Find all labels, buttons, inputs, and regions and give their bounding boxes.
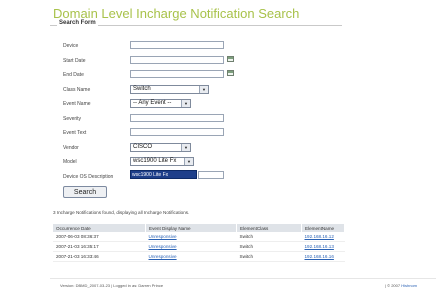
- event-name-label: Event Name: [63, 101, 91, 107]
- table-row: 2007-21-03 16:33:46 Unresponsive Switch …: [53, 251, 345, 262]
- model-select[interactable]: wsc1900 Lite Fx ▼: [130, 157, 194, 166]
- element-class-cell: Switch: [236, 241, 302, 252]
- vendor-value: CISCO: [133, 144, 153, 150]
- element-class-cell: Switch: [236, 232, 302, 242]
- chevron-down-icon[interactable]: ▼: [199, 86, 208, 93]
- start-date-calendar-icon[interactable]: [227, 56, 234, 62]
- event-text-input[interactable]: [130, 128, 224, 136]
- class-name-select[interactable]: Switch ▼: [130, 85, 209, 94]
- column-header-event-display-name[interactable]: Event Display Name: [145, 224, 237, 232]
- end-date-calendar-icon[interactable]: [227, 70, 234, 76]
- event-display-name-link[interactable]: Unresponsive: [145, 241, 237, 252]
- event-display-name-link[interactable]: Unresponsive: [145, 251, 237, 262]
- table-row: 2007-21-03 16:35:17 Unresponsive Switch …: [53, 241, 345, 252]
- severity-input[interactable]: [130, 114, 224, 122]
- device-label: Device: [63, 43, 79, 49]
- table-row: 2007-06-03 08:36:37 Unresponsive Switch …: [53, 232, 345, 242]
- footer-version-login: Version: DBMD_2007-03-23 | Logged in as:…: [60, 283, 164, 288]
- element-name-link[interactable]: 192.168.16.13: [301, 241, 345, 252]
- column-header-occurrence-date[interactable]: Occurrence Date: [53, 224, 146, 232]
- column-header-element-class[interactable]: ElementClass: [236, 224, 302, 232]
- element-name-link[interactable]: 192.168.16.12: [301, 232, 345, 242]
- column-header-element-name[interactable]: ElementName: [301, 224, 345, 232]
- search-form-legend: Search Form: [57, 20, 98, 26]
- severity-label: Severity: [63, 116, 82, 122]
- start-date-label: Start Date: [63, 58, 86, 64]
- class-name-label: Class Name: [63, 87, 91, 93]
- end-date-input[interactable]: [130, 70, 224, 78]
- event-name-select[interactable]: -- Any Event -- ▼: [130, 99, 191, 108]
- footer-copyright: | © 2007 Hishnom: [385, 283, 417, 288]
- copyright-text: | © 2007: [385, 283, 401, 288]
- chevron-down-icon[interactable]: ▼: [184, 158, 193, 165]
- model-dropdown-option[interactable]: wsc1900 Lite Fx: [130, 170, 197, 179]
- device-input[interactable]: [130, 41, 224, 49]
- device-os-description-input[interactable]: [198, 171, 224, 179]
- results-table: Occurrence Date Event Display Name Eleme…: [53, 224, 345, 262]
- results-summary: 3 Incharge Notifications found, displayi…: [53, 210, 190, 215]
- end-date-label: End Date: [63, 72, 84, 78]
- event-display-name-link[interactable]: Unresponsive: [145, 232, 237, 242]
- chevron-down-icon[interactable]: ▼: [181, 144, 190, 151]
- table-header-row: Occurrence Date Event Display Name Eleme…: [53, 224, 345, 232]
- event-text-label: Event Text: [63, 130, 87, 136]
- page-title: Domain Level Incharge Notification Searc…: [53, 6, 300, 21]
- device-os-description-label: Device OS Description: [63, 174, 114, 180]
- model-label: Model: [63, 159, 77, 165]
- occurrence-date-cell: 2007-06-03 08:36:37: [53, 232, 146, 242]
- model-value: wsc1900 Lite Fx: [133, 158, 177, 164]
- occurrence-date-cell: 2007-21-03 16:33:46: [53, 251, 146, 262]
- occurrence-date-cell: 2007-21-03 16:35:17: [53, 241, 146, 252]
- vendor-label: Vendor: [63, 145, 79, 151]
- brand-link[interactable]: Hishnom: [401, 283, 417, 288]
- element-class-cell: Switch: [236, 251, 302, 262]
- start-date-input[interactable]: [130, 56, 224, 64]
- vendor-select[interactable]: CISCO ▼: [130, 143, 191, 152]
- class-name-value: Switch: [133, 86, 151, 92]
- search-button[interactable]: Search: [63, 186, 107, 198]
- footer-divider: [50, 278, 436, 279]
- element-name-link[interactable]: 192.168.16.16: [301, 251, 345, 262]
- event-name-value: -- Any Event --: [133, 100, 172, 106]
- chevron-down-icon[interactable]: ▼: [181, 100, 190, 107]
